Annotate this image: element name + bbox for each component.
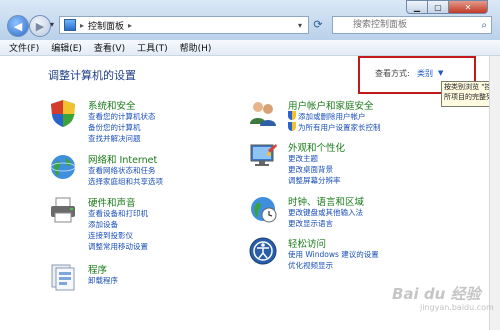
breadcrumb-control-panel[interactable]: 控制面板 xyxy=(88,19,124,32)
category-title[interactable]: 用户帐户和家庭安全 xyxy=(288,98,374,112)
chevron-down-icon[interactable]: ▼ xyxy=(438,69,443,77)
address-dropdown-icon[interactable]: ▾ xyxy=(298,21,302,30)
category-programs: 程序 卸载程序 xyxy=(48,262,238,292)
title-bar: ◀ ▶ ▾ ▸ 控制面板 ▸ ▾ ⟳ ⌕ ▁ ▢ ✕ xyxy=(0,0,500,41)
maximize-button[interactable]: ▢ xyxy=(427,0,449,14)
category-link[interactable]: 调整常用移动设置 xyxy=(88,241,148,252)
vertical-scrollbar[interactable] xyxy=(489,56,500,330)
category-link[interactable]: 为所有用户设置家长控制 xyxy=(288,122,381,133)
category-appearance: 外观和个性化 更改主题 更改桌面背景 调整屏幕分辨率 xyxy=(248,140,438,190)
category-link[interactable]: 连接到投影仪 xyxy=(88,230,133,241)
category-clock-language: 时钟、语言和区域 更改键盘或其他输入法 更改显示语言 xyxy=(248,194,438,234)
menu-help[interactable]: 帮助(H) xyxy=(180,41,212,54)
category-link[interactable]: 调整屏幕分辨率 xyxy=(288,175,341,186)
minimize-button[interactable]: ▁ xyxy=(406,0,428,14)
monitor-appearance-icon[interactable] xyxy=(248,140,278,170)
address-bar[interactable]: ▸ 控制面板 ▸ ▾ xyxy=(59,16,309,34)
category-link[interactable]: 更改显示语言 xyxy=(288,218,333,229)
category-title[interactable]: 时钟、语言和区域 xyxy=(288,194,364,208)
accessibility-icon[interactable] xyxy=(248,236,278,266)
category-title[interactable]: 网络和 Internet xyxy=(88,152,157,166)
programs-icon[interactable] xyxy=(48,262,78,292)
category-link-text[interactable]: 为所有用户设置家长控制 xyxy=(298,123,381,132)
refresh-icon[interactable]: ⟳ xyxy=(310,17,326,33)
category-link[interactable]: 更改键盘或其他输入法 xyxy=(288,207,363,218)
menu-tools[interactable]: 工具(T) xyxy=(137,41,168,54)
category-title[interactable]: 硬件和声音 xyxy=(88,195,136,209)
category-link[interactable]: 查看您的计算机状态 xyxy=(88,111,156,122)
forward-button[interactable]: ▶ xyxy=(29,15,51,37)
category-network-internet: 网络和 Internet 查看网络状态和任务 选择家庭组和共享选项 xyxy=(48,152,238,192)
close-button[interactable]: ✕ xyxy=(448,0,488,14)
search-icon[interactable]: ⌕ xyxy=(481,20,487,31)
network-globe-icon[interactable] xyxy=(48,152,78,182)
printer-icon[interactable] xyxy=(48,195,78,225)
menu-file[interactable]: 文件(F) xyxy=(9,41,39,54)
category-link[interactable]: 卸载程序 xyxy=(88,275,118,286)
history-dropdown-icon[interactable]: ▾ xyxy=(50,20,54,29)
category-title[interactable]: 轻松访问 xyxy=(288,236,326,250)
uac-shield-icon xyxy=(288,122,296,131)
category-link[interactable]: 查看网络状态和任务 xyxy=(88,165,156,176)
category-link[interactable]: 更改主题 xyxy=(288,153,318,164)
category-title[interactable]: 外观和个性化 xyxy=(288,140,345,154)
category-link[interactable]: 优化视频显示 xyxy=(288,260,333,271)
category-link-text[interactable]: 添加或删除用户帐户 xyxy=(298,112,366,121)
category-link[interactable]: 使用 Windows 建议的设置 xyxy=(288,249,379,260)
menu-bar: 文件(F) 编辑(E) 查看(V) 工具(T) 帮助(H) xyxy=(0,40,500,56)
category-user-accounts: 用户帐户和家庭安全 添加或删除用户帐户 为所有用户设置家长控制 xyxy=(248,98,438,138)
search-box[interactable]: ⌕ xyxy=(332,16,492,34)
menu-edit[interactable]: 编辑(E) xyxy=(51,41,82,54)
category-link[interactable]: 添加或删除用户帐户 xyxy=(288,111,366,122)
clock-globe-icon[interactable] xyxy=(248,194,278,224)
category-link[interactable]: 选择家庭组和共享选项 xyxy=(88,176,163,187)
watermark-logo: Bai du 经验 xyxy=(392,285,481,303)
category-link[interactable]: 添加设备 xyxy=(88,219,118,230)
search-input[interactable] xyxy=(351,19,482,31)
category-link[interactable]: 查找并解决问题 xyxy=(88,133,141,144)
view-by-dropdown[interactable]: 类别 xyxy=(417,68,433,79)
category-title[interactable]: 程序 xyxy=(88,262,107,276)
category-ease-of-access: 轻松访问 使用 Windows 建议的设置 优化视频显示 xyxy=(248,236,438,276)
category-title[interactable]: 系统和安全 xyxy=(88,98,136,112)
view-by-label: 查看方式: xyxy=(375,69,410,78)
shield-security-icon[interactable] xyxy=(48,98,78,128)
category-link[interactable]: 更改桌面背景 xyxy=(288,164,333,175)
uac-shield-icon xyxy=(288,111,296,120)
page-title: 调整计算机的设置 xyxy=(48,69,136,82)
back-button[interactable]: ◀ xyxy=(7,15,29,37)
breadcrumb-separator[interactable]: ▸ xyxy=(80,21,84,30)
category-hardware-sound: 硬件和声音 查看设备和打印机 添加设备 连接到投影仪 调整常用移动设置 xyxy=(48,195,238,255)
watermark-url: jingyan.baidu.com xyxy=(420,303,494,312)
category-system-security: 系统和安全 查看您的计算机状态 备份您的计算机 查找并解决问题 xyxy=(48,98,238,148)
category-link[interactable]: 备份您的计算机 xyxy=(88,122,141,133)
category-link[interactable]: 查看设备和打印机 xyxy=(88,208,148,219)
users-icon[interactable] xyxy=(248,98,278,128)
menu-view[interactable]: 查看(V) xyxy=(94,41,125,54)
breadcrumb-arrow[interactable]: ▸ xyxy=(128,21,132,30)
control-panel-small-icon xyxy=(64,19,76,31)
